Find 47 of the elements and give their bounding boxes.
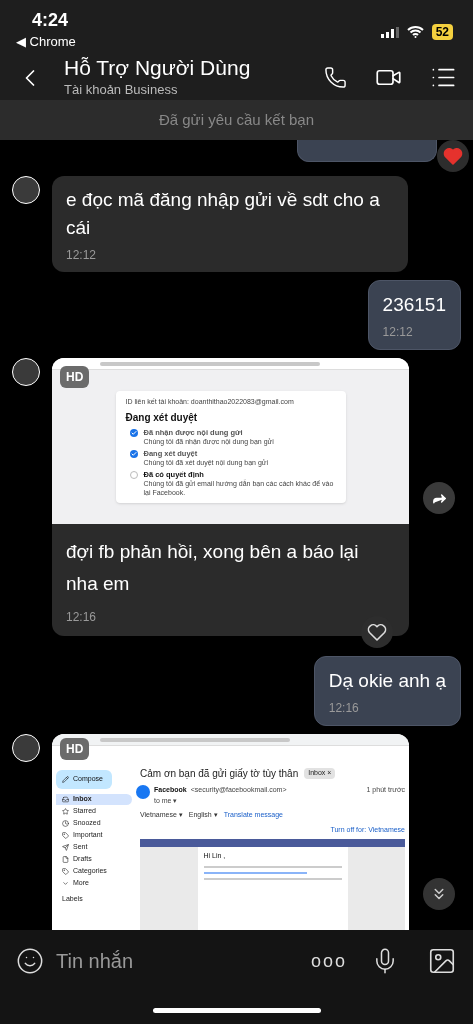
star-icon (62, 807, 69, 815)
tag-icon (62, 831, 69, 839)
file-icon (62, 855, 69, 863)
clock-time: 4:24 (32, 9, 69, 32)
tag-icon (62, 867, 69, 875)
message-time: 12:12 (66, 247, 98, 264)
hd-badge: HD (60, 366, 90, 388)
friend-request-banner: Đã gửi yêu cầu kết bạn (0, 100, 473, 140)
screenshot-image[interactable] (52, 734, 409, 930)
avatar[interactable] (12, 358, 40, 386)
message-time: 12:12 (382, 324, 414, 341)
call-button[interactable] (324, 66, 347, 89)
back-to-app-link[interactable]: ◀ Chrome (16, 32, 76, 52)
message-time: 12:16 (66, 609, 98, 626)
more-button[interactable]: ooo (310, 947, 347, 975)
wifi-icon (406, 26, 424, 38)
send-icon (62, 843, 69, 851)
message-input[interactable]: Tin nhắn (56, 946, 311, 976)
card-title: Đang xét duyệt (125, 411, 199, 426)
message-time: 12:16 (328, 700, 360, 717)
message-text: e đọc mã đăng nhập gửi về sdt cho a cái (66, 188, 381, 240)
scroll-down-button[interactable] (423, 878, 455, 910)
share-button[interactable] (423, 482, 455, 514)
chevron-down-icon (62, 879, 69, 887)
message-bubble[interactable]: Dạ okie anh ạ 12:16 (313, 656, 461, 726)
pencil-icon (62, 775, 69, 783)
avatar[interactable] (12, 176, 40, 204)
message-bubble[interactable] (52, 358, 409, 636)
sticker-icon[interactable] (16, 947, 44, 975)
mail-subject: Cảm ơn bạn đã gửi giấy tờ tùy thân (140, 767, 299, 781)
message-text: 236151 (382, 293, 446, 317)
battery-indicator: 52 (431, 24, 453, 40)
inbox-icon (62, 795, 69, 803)
message-bubble[interactable]: e đọc mã đăng nhập gửi về sdt cho a cái 12:12 (52, 176, 408, 272)
facebook-logo (136, 785, 150, 799)
message-text: Dạ okie anh ạ (328, 669, 446, 693)
chat-title: Hỗ Trợ Người Dùng (64, 55, 252, 80)
clock-icon (62, 819, 69, 827)
image-icon[interactable] (427, 946, 457, 976)
signal-icon (380, 26, 399, 38)
avatar[interactable] (12, 734, 40, 762)
chat-subtitle: Tài khoản Business (64, 80, 179, 99)
message-bubble[interactable]: 236151 12:12 (367, 280, 461, 350)
screenshot-image[interactable] (52, 358, 409, 524)
phone-icon (324, 66, 347, 89)
hd-badge: HD (60, 738, 90, 760)
message-text: đợi fb phản hồi, xong bên a báo lại nha em (66, 540, 360, 596)
